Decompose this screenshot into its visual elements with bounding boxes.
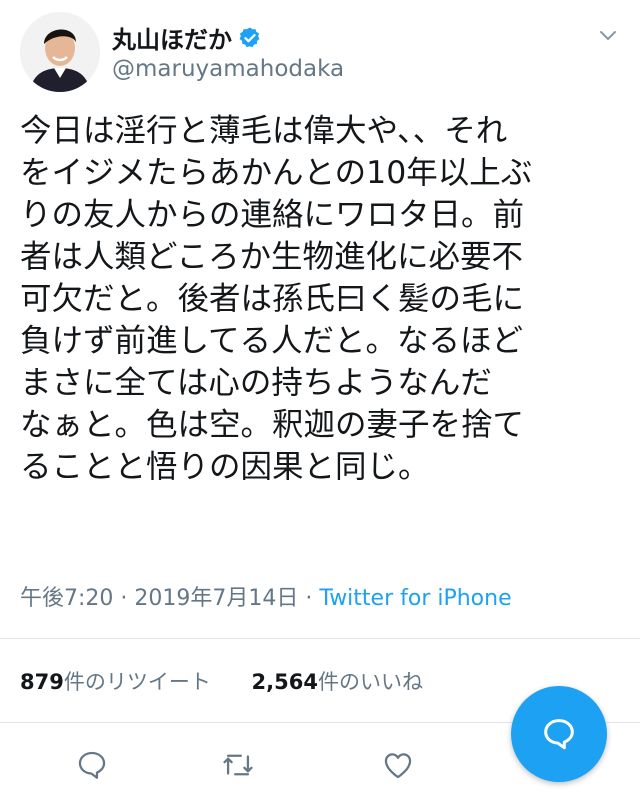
retweets-stat[interactable]: 879件のリツイート	[20, 666, 211, 696]
tweet-line: 可欠だと。後者は孫氏曰く髪の毛に	[20, 281, 525, 317]
retweet-icon	[223, 754, 253, 776]
chevron-down-icon[interactable]	[596, 24, 620, 48]
retweets-count: 879	[20, 670, 64, 694]
heart-icon	[384, 753, 412, 779]
divider	[0, 638, 640, 639]
reply-button[interactable]	[72, 742, 112, 788]
verified-badge-icon	[239, 27, 260, 47]
tweet-text: 今日は淫行と薄毛は偉大や、、それ をイジメたらあかんとの10年以上ぶ りの友人か…	[20, 110, 620, 488]
tweet-line: なぁと。色は空。釈迦の妻子を捨て	[20, 407, 525, 443]
author-handle[interactable]: @maruyamahodaka	[112, 56, 344, 82]
compose-reply-button[interactable]	[511, 686, 607, 782]
tweet-date: 2019年7月14日	[134, 586, 299, 611]
tweet-line: をイジメたらあかんとの10年以上ぶ	[20, 155, 533, 191]
tweet-line: ることと悟りの因果と同じ。	[20, 449, 430, 485]
retweets-label: 件のリツイート	[63, 670, 211, 694]
likes-stat[interactable]: 2,564件のいいね	[252, 666, 423, 696]
meta-separator: ·	[120, 586, 128, 611]
author-display-name[interactable]: 丸山ほだか	[112, 20, 232, 55]
avatar[interactable]	[20, 12, 100, 92]
tweet-line: 負けず前進してる人だと。なるほど	[20, 323, 524, 359]
like-button[interactable]	[378, 742, 418, 788]
likes-count: 2,564	[251, 670, 318, 694]
tweet-line: 者は人類どころか生物進化に必要不	[20, 239, 524, 275]
tweet-line: まさに全ては心の持ちようなんだ	[20, 365, 492, 401]
meta-separator: ·	[305, 586, 313, 611]
likes-label: 件のいいね	[317, 670, 423, 694]
tweet-time: 午後7:20	[20, 586, 114, 611]
tweet-line: 今日は淫行と薄毛は偉大や、、それ	[20, 113, 508, 149]
reply-icon	[78, 751, 106, 779]
tweet-line: りの友人からの連絡にワロタ日。前	[20, 197, 525, 233]
tweet-stats: 879件のリツイート 2,564件のいいね	[20, 666, 457, 696]
retweet-button[interactable]	[218, 742, 258, 788]
tweet-header: 丸山ほだか @maruyamahodaka	[0, 0, 640, 110]
compose-reply-icon	[544, 719, 574, 750]
tweet-source-link[interactable]: Twitter for iPhone	[319, 586, 511, 611]
tweet-meta: 午後7:20 · 2019年7月14日 · Twitter for iPhone	[20, 580, 512, 612]
